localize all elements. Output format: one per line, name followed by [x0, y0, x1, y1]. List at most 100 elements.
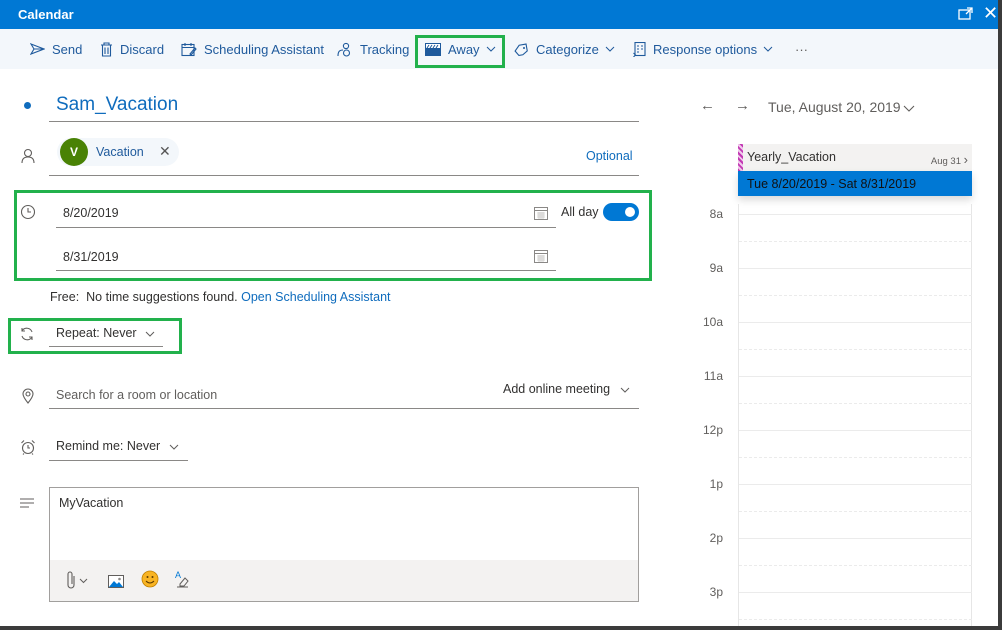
format-clear-icon[interactable]: A — [174, 569, 190, 589]
calendar-picker-icon[interactable] — [533, 248, 549, 264]
category-color-stripe — [738, 144, 743, 171]
hour-label: 9a — [709, 261, 723, 275]
attendee-chip[interactable]: V Vacation ✕ — [57, 138, 179, 166]
all-day-toggle[interactable] — [603, 203, 639, 221]
scheduling-assistant-button[interactable]: Scheduling Assistant — [181, 29, 324, 69]
avatar: V — [60, 138, 88, 166]
day-time-grid[interactable] — [738, 204, 972, 626]
attendees-underline — [49, 175, 639, 176]
selected-event-range[interactable]: Tue 8/20/2019 - Sat 8/31/2019 — [738, 171, 972, 196]
editor-format-bar: A — [50, 560, 638, 601]
add-online-meeting-dropdown[interactable]: Add online meeting — [503, 382, 630, 396]
all-day-event-end: Aug 31 › — [930, 152, 968, 167]
popout-icon[interactable] — [958, 6, 974, 22]
discard-button[interactable]: Discard — [100, 29, 164, 69]
response-options-icon — [633, 41, 646, 57]
hour-label: 3p — [709, 585, 723, 599]
event-body-editor[interactable]: MyVacation A — [49, 487, 639, 602]
start-date-underline — [56, 227, 556, 228]
hour-label: 12p — [702, 423, 723, 437]
tracking-icon — [337, 42, 351, 57]
person-icon — [21, 148, 35, 164]
tag-icon — [514, 42, 528, 56]
repeat-dropdown[interactable]: Repeat: Never — [56, 326, 155, 340]
optional-attendees-link[interactable]: Optional — [586, 149, 633, 163]
open-scheduling-assistant-link[interactable]: Open Scheduling Assistant — [241, 290, 390, 304]
hour-gridline — [739, 592, 972, 593]
send-icon — [30, 43, 45, 55]
emoji-icon[interactable] — [141, 569, 159, 589]
half-hour-gridline — [739, 403, 972, 404]
chevron-down-icon — [169, 444, 179, 450]
end-date-underline — [56, 270, 556, 271]
all-day-event-name: Yearly_Vacation — [747, 150, 836, 164]
end-date-input[interactable]: 8/31/2019 — [63, 250, 119, 264]
event-title-input[interactable]: Sam_Vacation — [56, 94, 178, 116]
all-day-event[interactable]: Yearly_Vacation Aug 31 › — [738, 144, 972, 171]
chevron-down-icon — [903, 105, 914, 112]
half-hour-gridline — [739, 349, 972, 350]
tracking-label: Tracking — [360, 41, 410, 57]
repeat-icon — [21, 327, 33, 341]
free-label: Free: — [50, 290, 80, 304]
reminder-underline — [49, 460, 188, 461]
calendar-picker-icon[interactable] — [533, 205, 549, 221]
categorize-dropdown[interactable]: Categorize — [514, 29, 615, 69]
hour-gridline — [739, 322, 972, 323]
calendar-edit-icon — [181, 42, 197, 56]
attach-icon[interactable] — [66, 570, 92, 590]
chevron-down-icon — [145, 331, 155, 337]
show-as-away-icon — [425, 42, 441, 56]
clock-icon — [20, 204, 36, 220]
window-border-right — [998, 0, 1002, 630]
tracking-button[interactable]: Tracking — [337, 29, 409, 69]
response-options-dropdown[interactable]: Response options — [633, 29, 773, 69]
command-toolbar: Send Discard Scheduling Assistant Tracki… — [0, 29, 998, 69]
repeat-underline — [49, 346, 163, 347]
annotation-highlight-dates — [14, 190, 652, 281]
title-underline — [49, 121, 639, 122]
chevron-down-icon — [486, 46, 495, 52]
chevron-right-icon: › — [963, 152, 968, 167]
calendar-color-dot — [24, 102, 31, 109]
send-label: Send — [52, 41, 83, 57]
online-meeting-label: Add online meeting — [503, 382, 611, 396]
location-underline — [49, 408, 639, 409]
show-as-dropdown[interactable]: Away — [425, 29, 496, 69]
time-suggestions: Free: No time suggestions found. Open Sc… — [50, 290, 391, 304]
hour-gridline — [739, 430, 972, 431]
location-input[interactable]: Search for a room or location — [56, 388, 217, 402]
show-as-label: Away — [448, 41, 480, 57]
half-hour-gridline — [739, 457, 972, 458]
close-icon[interactable]: ✕ — [983, 4, 999, 22]
reminder-dropdown[interactable]: Remind me: Never — [56, 439, 179, 453]
hour-gridline — [739, 268, 972, 269]
title-bar: Calendar ✕ — [0, 0, 1002, 29]
remove-attendee-icon[interactable]: ✕ — [159, 143, 171, 160]
svg-text:A: A — [175, 570, 181, 580]
event-body-text[interactable]: MyVacation — [59, 496, 123, 510]
scheduling-assistant-label: Scheduling Assistant — [204, 41, 324, 57]
half-hour-gridline — [739, 241, 972, 242]
window-border-bottom — [0, 626, 1002, 630]
discard-label: Discard — [120, 41, 165, 57]
more-options-button[interactable]: ··· — [795, 29, 808, 69]
attendee-name: Vacation — [96, 145, 144, 159]
calendar-date-label: Tue, August 20, 2019 — [768, 99, 901, 115]
calendar-date-picker[interactable]: Tue, August 20, 2019 — [768, 99, 915, 115]
hour-gridline — [739, 484, 972, 485]
send-button[interactable]: Send — [30, 29, 82, 69]
insert-picture-icon[interactable] — [108, 572, 124, 592]
half-hour-gridline — [739, 565, 972, 566]
previous-day-button[interactable]: ← — [700, 97, 715, 114]
hour-label: 1p — [709, 477, 723, 491]
hour-label: 8a — [709, 207, 723, 221]
hour-label: 11a — [703, 369, 723, 383]
next-day-button[interactable]: → — [735, 97, 750, 114]
start-date-input[interactable]: 8/20/2019 — [63, 206, 119, 220]
chevron-down-icon — [620, 387, 629, 393]
response-options-label: Response options — [653, 41, 758, 57]
more-icon: ··· — [795, 41, 808, 57]
location-pin-icon — [22, 388, 34, 404]
trash-icon — [101, 41, 112, 57]
